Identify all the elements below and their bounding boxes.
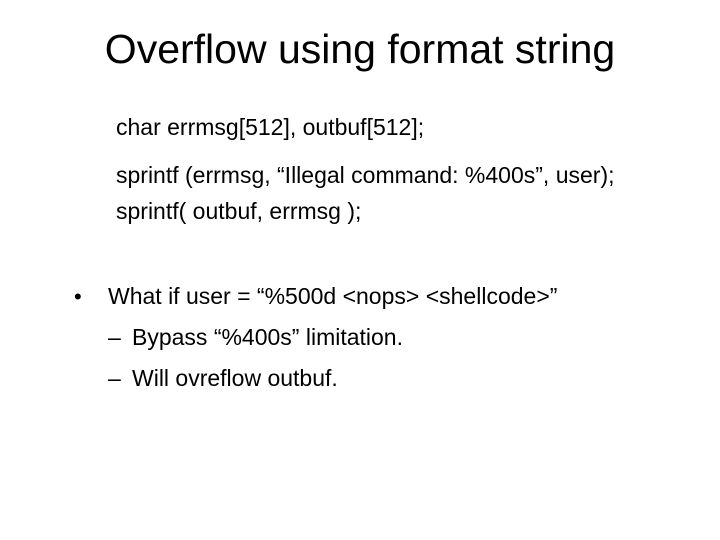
code-line-2: sprintf (errmsg, “Illegal command: %400s… (116, 161, 680, 191)
dash-icon: – (108, 324, 132, 351)
bullet-main-text: What if user = “%500d <nops> <shellcode>… (108, 283, 557, 310)
code-line-1: char errmsg[512], outbuf[512]; (116, 113, 680, 143)
bullet-sub-1-text: Bypass “%400s” limitation. (132, 324, 403, 351)
bullet-list: • What if user = “%500d <nops> <shellcod… (74, 283, 680, 392)
dash-icon: – (108, 365, 132, 392)
code-line-3: sprintf( outbuf, errmsg ); (116, 197, 680, 227)
bullet-sub-1: – Bypass “%400s” limitation. (108, 324, 680, 351)
bullet-sub-2: – Will ovreflow outbuf. (108, 365, 680, 392)
bullet-sub-2-text: Will ovreflow outbuf. (132, 365, 338, 392)
bullet-main: • What if user = “%500d <nops> <shellcod… (74, 283, 680, 310)
slide-title: Overflow using format string (40, 26, 680, 73)
bullet-dot-icon: • (74, 284, 108, 310)
slide: Overflow using format string char errmsg… (0, 0, 720, 540)
code-block: char errmsg[512], outbuf[512]; sprintf (… (116, 113, 680, 227)
